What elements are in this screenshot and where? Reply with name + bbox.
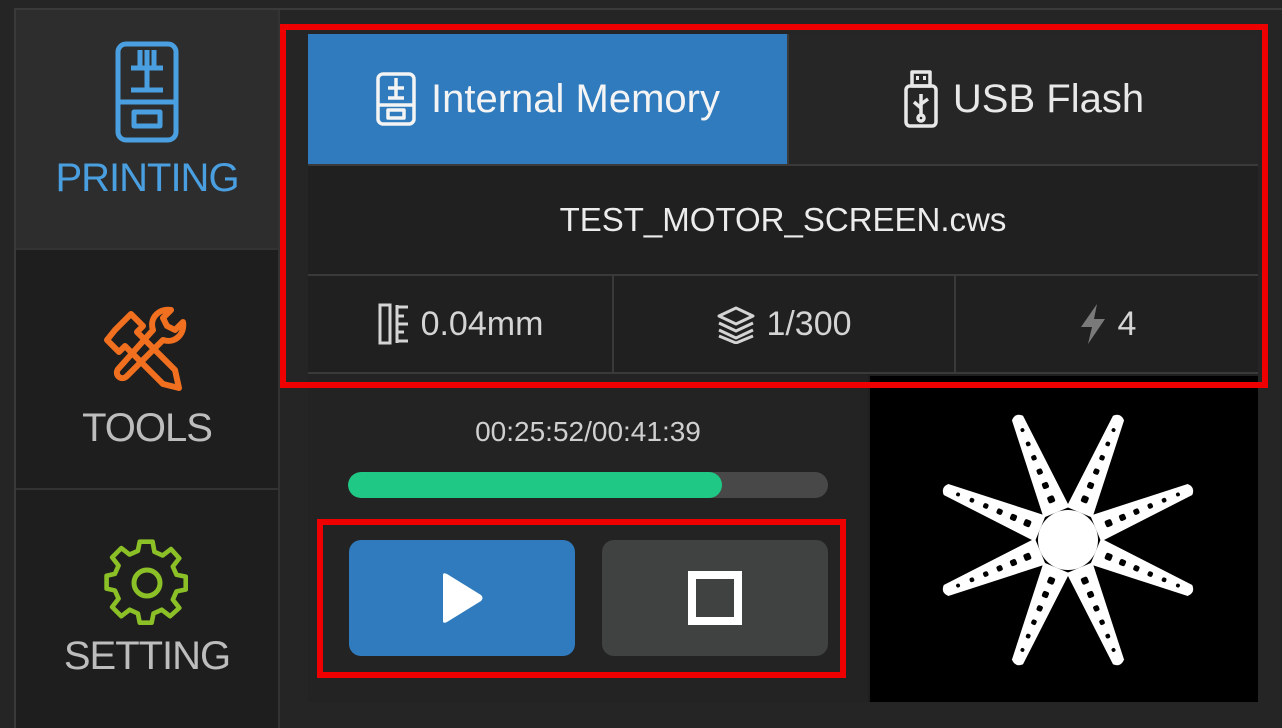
play-button[interactable] (349, 540, 575, 656)
storage-tabs: Internal Memory USB Flash (308, 34, 1258, 164)
main-panel: Internal Memory USB Flash TEST_MOTOR_SCR… (308, 34, 1258, 702)
layer-preview-image (942, 414, 1194, 666)
stat-layers: 1/300 (612, 276, 956, 372)
play-icon (443, 573, 483, 623)
sidebar-item-printing[interactable]: PRINTING (16, 10, 278, 248)
sidebar: PRINTING TOOLS SETTING (16, 10, 278, 728)
layer-preview (870, 376, 1258, 702)
tab-label: USB Flash (952, 76, 1145, 121)
stat-value: 0.04mm (420, 304, 544, 343)
stat-value: 4 (1117, 304, 1137, 343)
stat-layer-height: 0.04mm (308, 276, 612, 372)
layers-icon (717, 306, 755, 344)
stat-value: 1/300 (766, 304, 852, 343)
progress-fill (348, 472, 723, 498)
sidebar-item-label: SETTING (63, 634, 231, 678)
sidebar-item-label: TOOLS (82, 406, 213, 450)
printer-small-icon (376, 72, 416, 126)
stop-icon (688, 571, 742, 625)
lightning-icon (1080, 304, 1105, 344)
sidebar-item-label: PRINTING (55, 156, 239, 200)
sidebar-item-tools[interactable]: TOOLS (16, 248, 278, 488)
layer-height-icon (378, 303, 408, 345)
sidebar-item-setting[interactable]: SETTING (16, 488, 278, 728)
progress-bar (348, 472, 828, 498)
print-stats: 0.04mm 1/300 4 (308, 276, 1258, 374)
printer-icon (115, 41, 179, 143)
tab-usb-flash[interactable]: USB Flash (787, 34, 1258, 164)
job-panel: 00:25:52/00:41:39 (308, 374, 868, 702)
gear-icon (104, 539, 189, 625)
stat-exposure: 4 (956, 276, 1258, 372)
tab-internal-memory[interactable]: Internal Memory (308, 34, 787, 164)
stop-button[interactable] (602, 540, 828, 656)
elapsed-time: 00:25:52/00:41:39 (475, 416, 701, 447)
sidebar-divider (278, 10, 280, 728)
wrench-screwdriver-icon (104, 306, 187, 391)
file-name: TEST_MOTOR_SCREEN.cws (308, 164, 1258, 276)
usb-icon (904, 70, 938, 128)
tab-label: Internal Memory (431, 76, 720, 121)
